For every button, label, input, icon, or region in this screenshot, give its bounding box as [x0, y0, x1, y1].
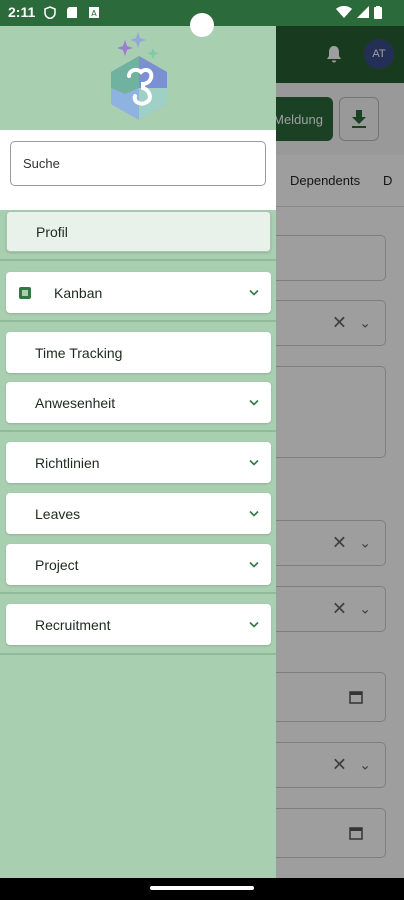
system-navigation-bar — [0, 878, 404, 900]
nav-item-leaves[interactable]: Leaves — [6, 493, 271, 534]
status-time: 2:11 — [8, 4, 36, 20]
chevron-down-icon — [249, 621, 259, 628]
home-gesture-handle[interactable] — [150, 886, 254, 890]
divider — [0, 592, 276, 594]
chevron-down-icon — [249, 459, 259, 466]
svg-text:A: A — [91, 9, 97, 18]
search-input[interactable] — [10, 141, 266, 186]
notification-app-icon: A — [89, 7, 99, 18]
wifi-icon — [336, 6, 352, 18]
nav-item-label: Kanban — [54, 284, 103, 301]
chevron-down-icon — [249, 561, 259, 568]
nav-item-label: Profil — [36, 223, 68, 240]
nav-item-profil[interactable]: Profil — [6, 211, 271, 252]
nav-item-project[interactable]: Project — [6, 544, 271, 585]
divider — [0, 653, 276, 655]
chevron-down-icon — [249, 510, 259, 517]
nav-item-label: Time Tracking — [35, 344, 123, 361]
camera-cutout — [190, 13, 214, 37]
battery-icon — [374, 6, 382, 19]
nav-item-kanban[interactable]: Kanban — [6, 272, 271, 313]
divider — [0, 430, 276, 432]
app-logo — [111, 32, 167, 120]
nav-item-label: Recruitment — [35, 616, 111, 633]
search-container — [0, 130, 276, 210]
chevron-down-icon — [249, 399, 259, 406]
drawer-header — [0, 26, 276, 130]
kanban-icon — [19, 286, 31, 299]
signal-icon — [357, 6, 369, 18]
sd-card-icon — [67, 7, 77, 18]
nav-item-time-tracking[interactable]: Time Tracking — [6, 332, 271, 373]
nav-item-richtlinien[interactable]: Richtlinien — [6, 442, 271, 483]
divider — [0, 259, 276, 261]
nav-item-label: Richtlinien — [35, 454, 100, 471]
nav-item-recruitment[interactable]: Recruitment — [6, 604, 271, 645]
nav-item-anwesenheit[interactable]: Anwesenheit — [6, 382, 271, 423]
divider — [0, 320, 276, 322]
nav-item-label: Anwesenheit — [35, 394, 116, 411]
nav-item-label: Project — [35, 556, 79, 573]
navigation-drawer: Profil Kanban Time Tracking Anwesenheit … — [0, 26, 276, 878]
shield-icon — [44, 6, 56, 19]
chevron-down-icon — [249, 289, 259, 296]
nav-item-label: Leaves — [35, 505, 81, 522]
